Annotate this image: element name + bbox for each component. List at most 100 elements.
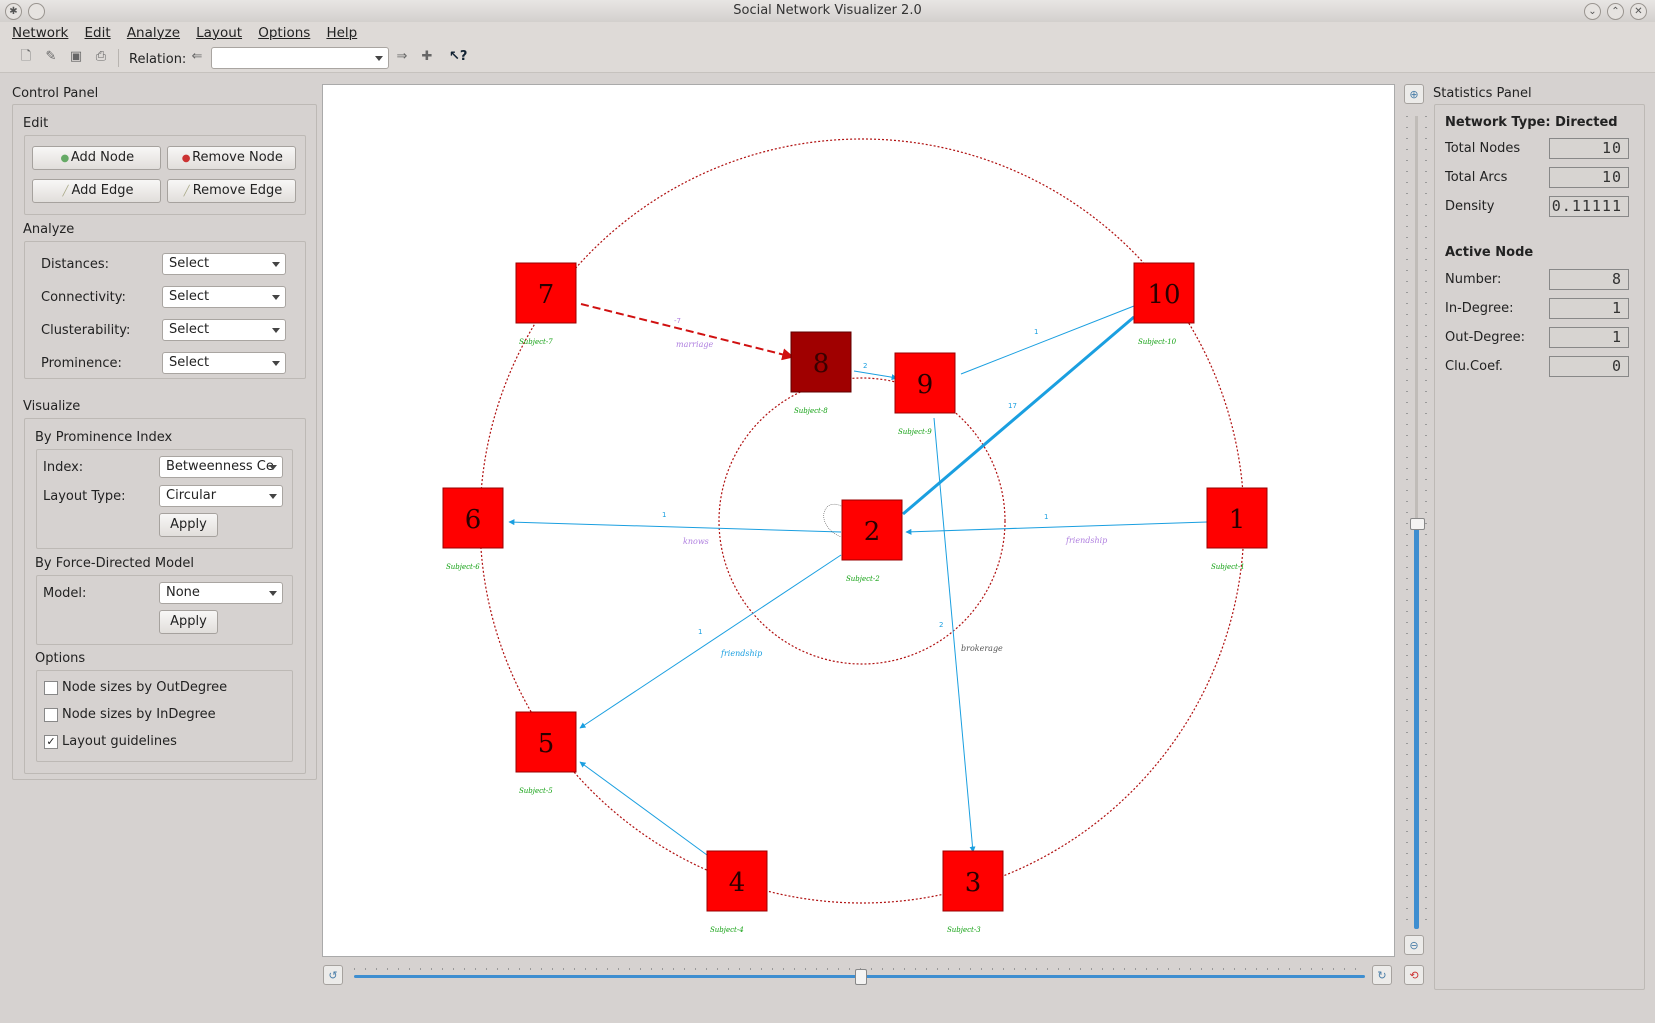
edge-label-friendship-1-2: friendship — [1065, 536, 1107, 545]
menu-edit[interactable]: Edit — [79, 23, 117, 43]
add-relation-icon[interactable]: ✚ — [418, 48, 436, 66]
maximize-icon[interactable]: ⌃ — [1607, 3, 1624, 20]
node-5[interactable]: 5 Subject-5 — [515, 711, 577, 795]
node-10-number: 10 — [1147, 280, 1180, 310]
zoom-slider-handle[interactable] — [1410, 517, 1425, 530]
edge-8-9[interactable] — [853, 370, 898, 381]
node-4[interactable]: 4 Subject-4 — [706, 850, 768, 934]
edge-4-5[interactable] — [579, 761, 708, 856]
node-7[interactable]: 7 Subject-7 — [515, 262, 577, 346]
edge-1-2[interactable] — [905, 521, 1208, 535]
node-3-number: 3 — [965, 868, 982, 898]
density-value: 0.11111 — [1549, 196, 1629, 217]
node-7-number: 7 — [538, 280, 555, 310]
save-icon[interactable]: ▣ — [67, 48, 85, 66]
layout-type-select[interactable]: Circular — [159, 485, 283, 507]
total-nodes-label: Total Nodes — [1445, 141, 1521, 156]
active-number-label: Number: — [1445, 272, 1502, 287]
node-2-number: 2 — [864, 517, 881, 547]
node-2-label: Subject-2 — [846, 575, 880, 583]
remove-edge-label: Remove Edge — [192, 183, 283, 198]
edge-2-6[interactable] — [508, 519, 842, 533]
indegree-checkbox[interactable] — [44, 708, 58, 722]
distances-label: Distances: — [41, 257, 109, 272]
menu-analyze[interactable]: Analyze — [121, 23, 186, 43]
index-select[interactable]: Betweenness Ce — [159, 456, 283, 478]
zoom-out-icon[interactable]: ⊖ — [1404, 935, 1424, 955]
edge-weight-8-9: 2 — [863, 362, 867, 370]
prominence-value: Select — [169, 355, 210, 370]
zoom-slider-ticks — [1406, 116, 1408, 929]
zoom-in-icon[interactable]: ⊕ — [1404, 84, 1424, 104]
out-degree-label: Out-Degree: — [1445, 330, 1525, 345]
remove-edge-button[interactable]: ╱ Remove Edge — [167, 179, 296, 203]
edge-2-5[interactable] — [579, 554, 842, 729]
total-arcs-label: Total Arcs — [1445, 170, 1508, 185]
node-10[interactable]: 10 Subject-10 — [1133, 262, 1195, 346]
connectivity-select[interactable]: Select — [162, 286, 286, 308]
node-3[interactable]: 3 Subject-3 — [942, 850, 1004, 934]
edge-9-3[interactable] — [933, 417, 976, 853]
remove-edge-icon: ╱ — [183, 186, 190, 197]
node-9-number: 9 — [917, 370, 934, 400]
minimize-icon[interactable]: ⌄ — [1584, 3, 1601, 20]
distances-value: Select — [169, 256, 210, 271]
add-edge-button[interactable]: ╱ Add Edge — [32, 179, 161, 203]
node-8[interactable]: 8 Subject-8 — [790, 331, 852, 415]
active-number-value: 8 — [1549, 269, 1629, 290]
menu-layout[interactable]: Layout — [190, 23, 248, 43]
prominence-select[interactable]: Select — [162, 352, 286, 374]
rotation-slider-handle[interactable] — [854, 969, 867, 985]
rotate-left-icon[interactable]: ↺ — [323, 965, 343, 985]
distances-select[interactable]: Select — [162, 253, 286, 275]
edge-weight-10-2: 17 — [1008, 402, 1017, 410]
edge-7-8[interactable] — [580, 303, 795, 361]
layout-type-label: Layout Type: — [43, 489, 126, 504]
node-8-number: 8 — [813, 349, 830, 379]
analyze-section-title: Analyze — [23, 222, 75, 237]
apply-prominence-button[interactable]: Apply — [159, 513, 218, 537]
apply-force-button[interactable]: Apply — [159, 610, 218, 634]
total-arcs-value: 10 — [1549, 167, 1629, 188]
outdegree-checkbox[interactable] — [44, 681, 58, 695]
add-node-button[interactable]: ● Add Node — [32, 146, 161, 170]
relation-select[interactable] — [211, 47, 389, 69]
menu-help[interactable]: Help — [320, 23, 363, 43]
print-icon[interactable]: ⎙ — [92, 48, 110, 66]
clusterability-select[interactable]: Select — [162, 319, 286, 341]
options-title: Options — [35, 651, 86, 666]
prev-relation-icon[interactable]: ⇐ — [188, 48, 206, 66]
layout-guidelines-checkbox[interactable]: ✓ — [44, 735, 58, 749]
close-icon[interactable]: ✕ — [1630, 3, 1647, 20]
model-value: None — [166, 585, 200, 600]
open-file-icon[interactable]: ✎ — [42, 48, 60, 66]
graph-canvas[interactable]: marriage -7 2 1 17 knows 1 friendship 1 … — [322, 84, 1395, 957]
rotate-right-icon[interactable]: ↻ — [1372, 965, 1392, 985]
remove-node-label: Remove Node — [192, 150, 283, 165]
model-select[interactable]: None — [159, 582, 283, 604]
chevron-down-icon — [269, 465, 277, 470]
control-panel-title: Control Panel — [12, 86, 99, 101]
edge-weight-2-5: 1 — [698, 628, 702, 636]
node-6[interactable]: 6 Subject-6 — [442, 487, 504, 571]
node-1-label: Subject-1 — [1211, 563, 1245, 571]
chevron-down-icon — [272, 361, 280, 366]
layout-type-value: Circular — [166, 488, 217, 503]
clusterability-label: Clusterability: — [41, 323, 131, 338]
node-2[interactable]: 2 Subject-2 — [841, 499, 903, 583]
edge-label-friendship-2-5: friendship — [720, 649, 762, 658]
remove-node-button[interactable]: ● Remove Node — [167, 146, 296, 170]
edge-10-2[interactable] — [902, 315, 1135, 516]
active-node-title: Active Node — [1445, 245, 1534, 260]
next-relation-icon[interactable]: ⇒ — [393, 48, 411, 66]
new-file-icon[interactable]: 🗋 — [17, 48, 35, 66]
menu-network[interactable]: Network — [6, 23, 74, 43]
chevron-down-icon — [269, 494, 277, 499]
menu-options[interactable]: Options — [252, 23, 316, 43]
statistics-panel — [1434, 104, 1645, 990]
node-5-label: Subject-5 — [519, 787, 553, 795]
node-1[interactable]: 1 Subject-1 — [1206, 487, 1268, 571]
whats-this-icon[interactable]: ↖? — [449, 48, 467, 66]
reset-view-icon[interactable]: ⟲ — [1404, 965, 1424, 985]
node-9[interactable]: 9 Subject-9 — [894, 352, 956, 436]
